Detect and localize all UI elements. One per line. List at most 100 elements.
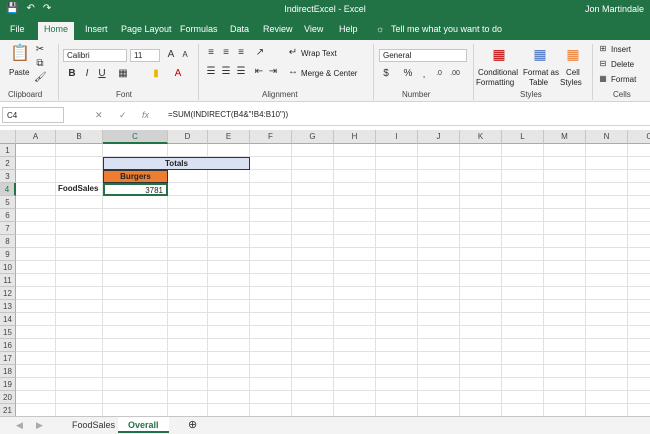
column-header-h[interactable]: H	[334, 130, 376, 144]
merge-center-button[interactable]: Merge & Center	[301, 69, 357, 78]
select-all-corner[interactable]	[0, 130, 16, 144]
totals-header-cell[interactable]: Totals	[103, 157, 250, 170]
format-cells-icon[interactable]: ▦	[597, 73, 609, 85]
worksheet-grid[interactable]: A B C D E F G H I J K L M N O 1 2 3 4 5 6 7 8 9 10 11 12 13 14 15 16 17…	[0, 130, 650, 416]
row-header-4[interactable]: 4	[0, 183, 16, 196]
accounting-format-icon[interactable]: $	[380, 68, 392, 80]
shrink-font-icon[interactable]: A	[179, 49, 191, 61]
selected-cell-c4[interactable]: 3781	[103, 183, 168, 196]
styles-label[interactable]: Styles	[560, 78, 582, 87]
row-header-12[interactable]: 12	[0, 287, 16, 300]
tab-home[interactable]: Home	[38, 22, 75, 40]
format-as-table-icon[interactable]: ▦	[531, 45, 549, 63]
sheet-tab-foodsales[interactable]: FoodSales	[62, 417, 125, 433]
add-sheet-icon[interactable]: ⊕	[178, 417, 207, 433]
orientation-icon[interactable]: ↗	[254, 47, 266, 59]
conditional-formatting-icon[interactable]: ▦	[490, 45, 508, 63]
tab-data[interactable]: Data	[230, 24, 249, 34]
cell-styles-icon[interactable]: ▦	[564, 45, 582, 63]
percent-style-icon[interactable]: %	[402, 68, 414, 80]
tab-file[interactable]: File	[10, 24, 25, 34]
row-header-6[interactable]: 6	[0, 209, 16, 222]
borders-icon[interactable]: ▦	[117, 68, 129, 80]
row-header-3[interactable]: 3	[0, 170, 16, 183]
tab-review[interactable]: Review	[263, 24, 293, 34]
tab-page-layout[interactable]: Page Layout	[121, 24, 172, 34]
row-header-16[interactable]: 16	[0, 339, 16, 352]
merge-center-icon[interactable]: ↔	[287, 66, 299, 78]
row-header-20[interactable]: 20	[0, 391, 16, 404]
tab-view[interactable]: View	[304, 24, 323, 34]
align-right-icon[interactable]: ☰	[235, 66, 247, 78]
row-header-9[interactable]: 9	[0, 248, 16, 261]
foodsales-label-cell[interactable]: FoodSales	[56, 183, 103, 196]
cut-icon[interactable]: ✂	[34, 44, 46, 56]
column-header-c[interactable]: C	[103, 130, 168, 144]
table-label[interactable]: Table	[529, 78, 548, 87]
row-header-18[interactable]: 18	[0, 365, 16, 378]
delete-cells-button[interactable]: Delete	[611, 60, 634, 69]
name-box[interactable]: C4	[2, 107, 64, 123]
align-left-icon[interactable]: ☰	[205, 66, 217, 78]
bold-icon[interactable]: B	[66, 68, 78, 80]
align-middle-icon[interactable]: ≡	[220, 47, 232, 59]
align-center-icon[interactable]: ☰	[220, 66, 232, 78]
grow-font-icon[interactable]: A	[165, 49, 177, 61]
column-header-j[interactable]: J	[418, 130, 460, 144]
column-header-k[interactable]: K	[460, 130, 502, 144]
row-header-5[interactable]: 5	[0, 196, 16, 209]
column-header-i[interactable]: I	[376, 130, 418, 144]
column-header-a[interactable]: A	[16, 130, 56, 144]
column-header-m[interactable]: M	[544, 130, 586, 144]
font-color-icon[interactable]: A	[172, 68, 184, 80]
tab-formulas[interactable]: Formulas	[180, 24, 218, 34]
formatting-label[interactable]: Formatting	[476, 78, 514, 87]
row-header-8[interactable]: 8	[0, 235, 16, 248]
row-header-13[interactable]: 13	[0, 300, 16, 313]
paste-icon[interactable]: 📋	[10, 44, 30, 64]
row-header-10[interactable]: 10	[0, 261, 16, 274]
column-header-e[interactable]: E	[208, 130, 250, 144]
align-top-icon[interactable]: ≡	[205, 47, 217, 59]
format-as-table-button[interactable]: Format as	[523, 68, 559, 77]
decrease-decimal-icon[interactable]: .00	[449, 68, 461, 80]
underline-icon[interactable]: U	[96, 68, 108, 80]
increase-decimal-icon[interactable]: .0	[433, 68, 445, 80]
user-name[interactable]: Jon Martindale	[585, 4, 644, 14]
insert-function-icon[interactable]: fx	[142, 110, 149, 120]
number-format-select[interactable]: General	[379, 49, 467, 62]
format-cells-button[interactable]: Format	[611, 75, 636, 84]
row-header-1[interactable]: 1	[0, 144, 16, 157]
insert-cells-icon[interactable]: ⊞	[597, 43, 609, 55]
column-header-l[interactable]: L	[502, 130, 544, 144]
column-header-n[interactable]: N	[586, 130, 628, 144]
column-header-o[interactable]: O	[628, 130, 650, 144]
cancel-icon[interactable]: ✕	[95, 110, 103, 121]
column-header-d[interactable]: D	[168, 130, 208, 144]
row-header-15[interactable]: 15	[0, 326, 16, 339]
copy-icon[interactable]: ⧉	[34, 58, 46, 70]
font-name-select[interactable]: Calibri	[63, 49, 127, 62]
column-header-b[interactable]: B	[56, 130, 103, 144]
row-header-2[interactable]: 2	[0, 157, 16, 170]
tell-me-search[interactable]: Tell me what you want to do	[391, 24, 502, 34]
column-header-f[interactable]: F	[250, 130, 292, 144]
scroll-right-icon[interactable]: ▶	[26, 417, 53, 433]
comma-style-icon[interactable]: ,	[418, 68, 430, 80]
format-painter-icon[interactable]: 🖌	[34, 72, 47, 84]
conditional-button[interactable]: Conditional	[478, 68, 518, 77]
row-header-7[interactable]: 7	[0, 222, 16, 235]
delete-cells-icon[interactable]: ⊟	[597, 58, 609, 70]
tab-help[interactable]: Help	[339, 24, 358, 34]
paste-button[interactable]: Paste	[9, 68, 29, 77]
align-bottom-icon[interactable]: ≡	[235, 47, 247, 59]
insert-cells-button[interactable]: Insert	[611, 45, 631, 54]
row-header-17[interactable]: 17	[0, 352, 16, 365]
fill-color-icon[interactable]: ▮	[150, 68, 162, 80]
row-header-11[interactable]: 11	[0, 274, 16, 287]
column-header-g[interactable]: G	[292, 130, 334, 144]
sheet-tab-overall[interactable]: Overall	[118, 417, 169, 433]
burgers-header-cell[interactable]: Burgers	[103, 170, 168, 183]
row-header-21[interactable]: 21	[0, 404, 16, 416]
row-header-14[interactable]: 14	[0, 313, 16, 326]
